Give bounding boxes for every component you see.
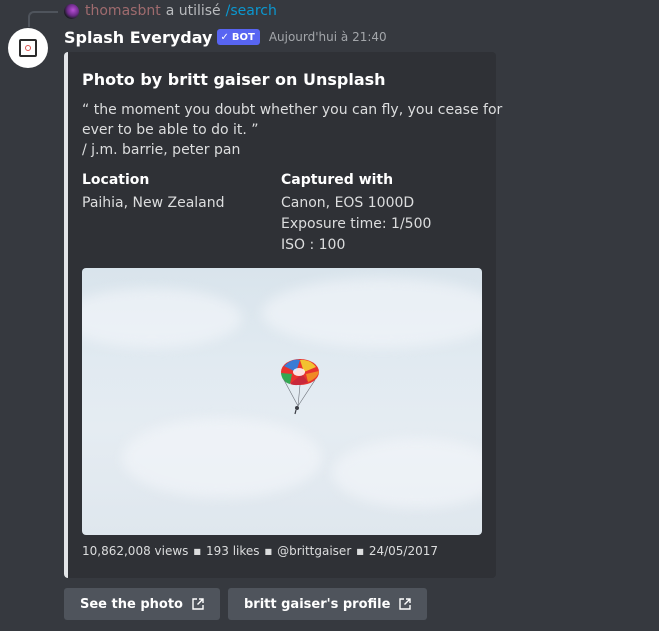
slash-command[interactable]: /search bbox=[226, 3, 277, 19]
embed-description: “ the moment you doubt whether you can f… bbox=[82, 100, 503, 160]
command-reply-line[interactable]: thomasbnt a utilisé /search bbox=[64, 2, 277, 20]
reply-spine bbox=[28, 11, 58, 27]
chat-message-area: thomasbnt a utilisé /search Splash Every… bbox=[0, 0, 659, 631]
field-location: Location Paihia, New Zealand bbox=[82, 170, 225, 214]
button-label: britt gaiser's profile bbox=[243, 596, 391, 612]
message-timestamp[interactable]: Aujourd'hui à 21:40 bbox=[269, 30, 387, 44]
bot-avatar[interactable] bbox=[8, 28, 48, 68]
replied-user-avatar[interactable] bbox=[64, 3, 79, 19]
embed-image[interactable] bbox=[82, 268, 482, 535]
field-name: Location bbox=[82, 172, 150, 188]
embed-footer: 10,862,008 views ■ 193 likes ■ @brittgai… bbox=[82, 544, 438, 558]
cloud-shape bbox=[332, 438, 482, 508]
splash-logo-icon bbox=[19, 39, 37, 57]
message-header: Splash Everyday ✓ BOT Aujourd'hui à 21:4… bbox=[64, 26, 387, 48]
reply-text: a utilisé bbox=[165, 3, 221, 19]
views-count: 10,862,008 views bbox=[82, 544, 189, 558]
field-value-line: Canon, EOS 1000D bbox=[281, 195, 415, 211]
rich-embed: Photo by britt gaiser on Unsplash “ the … bbox=[64, 52, 503, 578]
bot-badge-label: BOT bbox=[231, 31, 255, 43]
field-value-line: Exposure time: 1/500 bbox=[281, 216, 432, 232]
photo-date: 24/05/2017 bbox=[368, 544, 438, 558]
replied-username[interactable]: thomasbnt bbox=[85, 3, 161, 19]
separator-dot-icon: ■ bbox=[193, 546, 201, 556]
bot-badge: ✓ BOT bbox=[217, 29, 260, 45]
field-value: Canon, EOS 1000D Exposure time: 1/500 IS… bbox=[281, 193, 431, 256]
field-value-line: Paihia, New Zealand bbox=[82, 195, 225, 211]
profile-button[interactable]: britt gaiser's profile bbox=[227, 588, 428, 620]
description-line: ever to be able to do it. ” bbox=[82, 122, 259, 138]
see-photo-button[interactable]: See the photo bbox=[64, 588, 220, 620]
field-captured-with: Captured with Canon, EOS 1000D Exposure … bbox=[281, 170, 431, 256]
description-line: “ the moment you doubt whether you can f… bbox=[82, 102, 503, 118]
embed-title: Photo by britt gaiser on Unsplash bbox=[82, 70, 386, 89]
author-handle: @brittgaiser bbox=[277, 544, 352, 558]
button-label: See the photo bbox=[80, 596, 183, 612]
separator-dot-icon: ■ bbox=[264, 546, 273, 556]
field-value-line: ISO : 100 bbox=[281, 237, 346, 253]
field-value: Paihia, New Zealand bbox=[82, 193, 225, 214]
cloud-shape bbox=[82, 288, 242, 348]
description-line: / j.m. barrie, peter pan bbox=[82, 142, 241, 158]
field-name: Captured with bbox=[281, 172, 394, 188]
likes-count: 193 likes bbox=[205, 544, 260, 558]
cloud-shape bbox=[262, 278, 482, 348]
separator-dot-icon: ■ bbox=[356, 546, 364, 556]
author-name[interactable]: Splash Everyday bbox=[64, 28, 212, 47]
external-link-icon bbox=[192, 598, 204, 610]
external-link-icon bbox=[399, 598, 412, 610]
verified-check-icon: ✓ bbox=[220, 31, 229, 43]
link-buttons-row: See the photo britt gaiser's profile bbox=[64, 588, 435, 620]
parasail-icon bbox=[278, 358, 324, 415]
cloud-shape bbox=[122, 418, 322, 498]
